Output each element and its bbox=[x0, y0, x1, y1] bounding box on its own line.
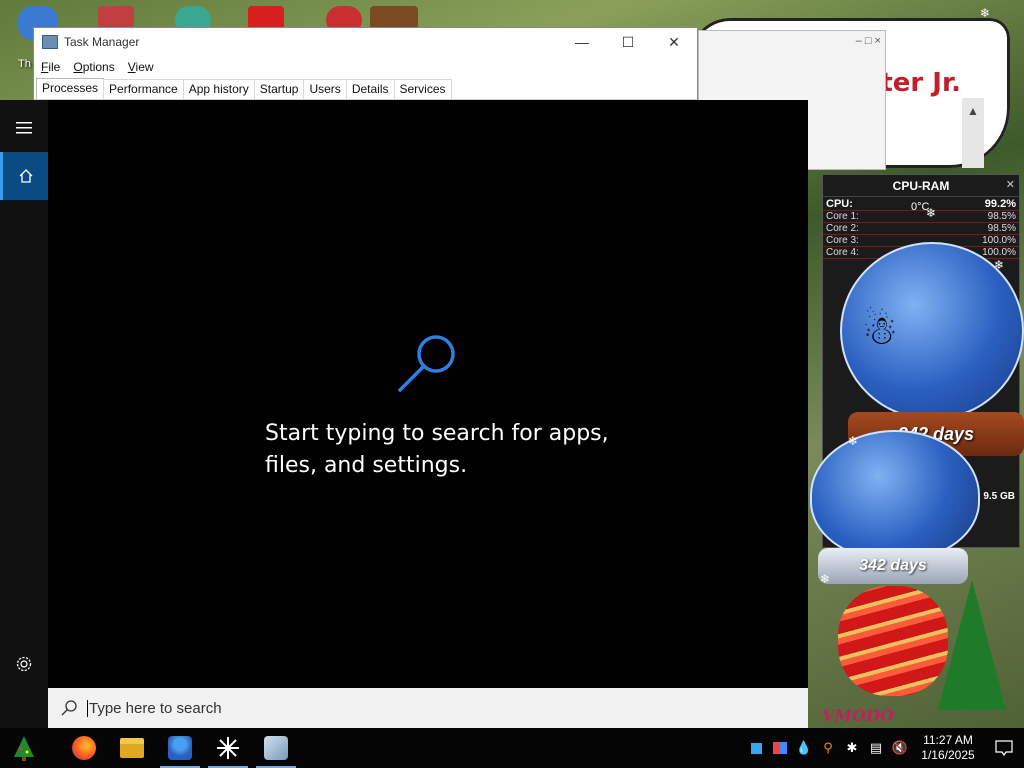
days-counter-2: 342 days bbox=[859, 557, 927, 574]
core-label: Core 2: bbox=[826, 223, 859, 234]
file-explorer-icon bbox=[120, 738, 144, 758]
widget-close-icon[interactable]: ✕ bbox=[1006, 178, 1015, 191]
snowflake-icon: ❄ bbox=[848, 434, 859, 448]
search-tray-icon[interactable]: ⚲ bbox=[816, 728, 840, 768]
taskbar-file-explorer[interactable] bbox=[108, 728, 156, 768]
minimize-button[interactable]: — bbox=[559, 28, 605, 56]
network-icon[interactable]: ▤ bbox=[864, 728, 888, 768]
search-icon bbox=[61, 700, 77, 716]
tab-startup[interactable]: Startup bbox=[253, 79, 305, 99]
core-value: 98.5% bbox=[987, 211, 1016, 222]
snow-globe-lower[interactable] bbox=[810, 430, 980, 560]
tab-details[interactable]: Details bbox=[345, 79, 395, 99]
maximize-button[interactable]: ☐ bbox=[605, 28, 651, 56]
snowflake-icon: ❄ bbox=[994, 258, 1005, 272]
search-magnifier-icon bbox=[398, 335, 455, 392]
menu-file[interactable]: File bbox=[41, 60, 60, 74]
tab-performance[interactable]: Performance bbox=[103, 79, 184, 99]
task-manager-tabs: Processes Performance App history Startu… bbox=[34, 78, 697, 100]
sparkle-app-icon bbox=[217, 737, 239, 759]
snowflake-icon: ❄ bbox=[980, 6, 991, 20]
desktop-icon-label: Th bbox=[18, 58, 31, 70]
tab-app-history[interactable]: App history bbox=[182, 79, 255, 99]
core-label: Core 4: bbox=[826, 247, 859, 258]
taskbar-clock[interactable]: 11:27 AM 1/16/2025 bbox=[912, 733, 984, 763]
snowflake-icon: ❄ bbox=[886, 96, 897, 110]
tab-services[interactable]: Services bbox=[393, 79, 452, 99]
christmas-tree-start-icon bbox=[14, 736, 34, 761]
task-manager-icon bbox=[42, 35, 58, 49]
scroll-up-icon[interactable]: ▲ bbox=[967, 104, 979, 118]
app-square-icon[interactable] bbox=[744, 728, 768, 768]
clock-date: 1/16/2025 bbox=[921, 748, 975, 762]
cpu-label: CPU: bbox=[826, 198, 853, 210]
task-manager-titlebar[interactable]: Task Manager — ☐ ✕ bbox=[34, 28, 697, 56]
taskbar-firefox[interactable] bbox=[60, 728, 108, 768]
core-label: Core 1: bbox=[826, 211, 859, 222]
ram-usage-value: 9.5 GB bbox=[983, 491, 1015, 502]
window-controls: — ☐ ✕ bbox=[559, 28, 697, 56]
network-app-icon[interactable] bbox=[768, 728, 792, 768]
start-button[interactable] bbox=[0, 728, 48, 768]
menu-view[interactable]: View bbox=[128, 60, 154, 74]
tab-users[interactable]: Users bbox=[303, 79, 347, 99]
cpu-ram-title: CPU-RAM bbox=[892, 178, 950, 193]
core-value: 100.0% bbox=[982, 247, 1016, 258]
search-bar[interactable]: Type here to search bbox=[48, 688, 808, 728]
volume-muted-icon[interactable]: 🔇 bbox=[888, 728, 912, 768]
clock-time: 11:27 AM bbox=[923, 733, 973, 747]
core-row: Core 2: 98.5% bbox=[823, 223, 1019, 235]
system-tray: 💧 ⚲ ✱ ▤ 🔇 11:27 AM 1/16/2025 bbox=[744, 728, 1024, 768]
snow-globe-lower-base: 342 days bbox=[818, 548, 968, 584]
snowman-icon: ☃ bbox=[862, 309, 898, 353]
notification-icon[interactable] bbox=[984, 728, 1024, 768]
snowflake-icon: ❄ bbox=[820, 572, 831, 586]
search-input[interactable]: Type here to search bbox=[87, 699, 222, 717]
menu-options[interactable]: Options bbox=[73, 60, 114, 74]
spiral-decoration bbox=[838, 586, 948, 696]
taskbar-sparkle-app[interactable] bbox=[204, 728, 252, 768]
photo-app-icon bbox=[264, 736, 288, 760]
search-hint: Start typing to search for apps, files, … bbox=[265, 418, 625, 482]
christmas-tree-icon bbox=[938, 580, 1006, 710]
taskbar: 💧 ⚲ ✱ ▤ 🔇 11:27 AM 1/16/2025 bbox=[0, 728, 1024, 768]
task-manager-window[interactable]: Task Manager — ☐ ✕ File Options View Pro… bbox=[33, 27, 698, 107]
start-menu-rail bbox=[0, 100, 48, 728]
firefox-icon bbox=[72, 736, 96, 760]
droplet-icon[interactable]: 💧 bbox=[792, 728, 816, 768]
background-window-scrollbar[interactable]: ▲ bbox=[962, 98, 984, 168]
close-button[interactable]: ✕ bbox=[651, 28, 697, 56]
core-label: Core 3: bbox=[826, 235, 859, 246]
taskbar-photo-app[interactable] bbox=[252, 728, 300, 768]
taskbar-people-app[interactable] bbox=[156, 728, 204, 768]
gear-icon[interactable] bbox=[0, 640, 48, 688]
sparkle-tray-icon[interactable]: ✱ bbox=[840, 728, 864, 768]
cpu-value: 99.2% bbox=[984, 198, 1016, 210]
hamburger-icon[interactable] bbox=[0, 104, 48, 152]
core-value: 100.0% bbox=[982, 235, 1016, 246]
search-hint-line-2: files, and settings. bbox=[265, 453, 468, 478]
cpu-ram-header: CPU-RAM ✕ bbox=[823, 175, 1019, 197]
task-manager-title: Task Manager bbox=[64, 35, 140, 49]
core-value: 98.5% bbox=[987, 223, 1016, 234]
task-manager-menubar: File Options View bbox=[34, 56, 697, 78]
people-app-icon bbox=[168, 736, 192, 760]
decorative-logo: VMODO bbox=[822, 706, 894, 725]
search-panel: Start typing to search for apps, files, … bbox=[48, 100, 808, 688]
background-window-controls[interactable]: – □ × bbox=[856, 35, 881, 47]
home-icon[interactable] bbox=[0, 152, 48, 200]
search-hint-line-1: Start typing to search for apps, bbox=[265, 421, 609, 446]
tab-processes[interactable]: Processes bbox=[36, 78, 105, 99]
snowflake-icon: ❄ bbox=[926, 206, 937, 220]
